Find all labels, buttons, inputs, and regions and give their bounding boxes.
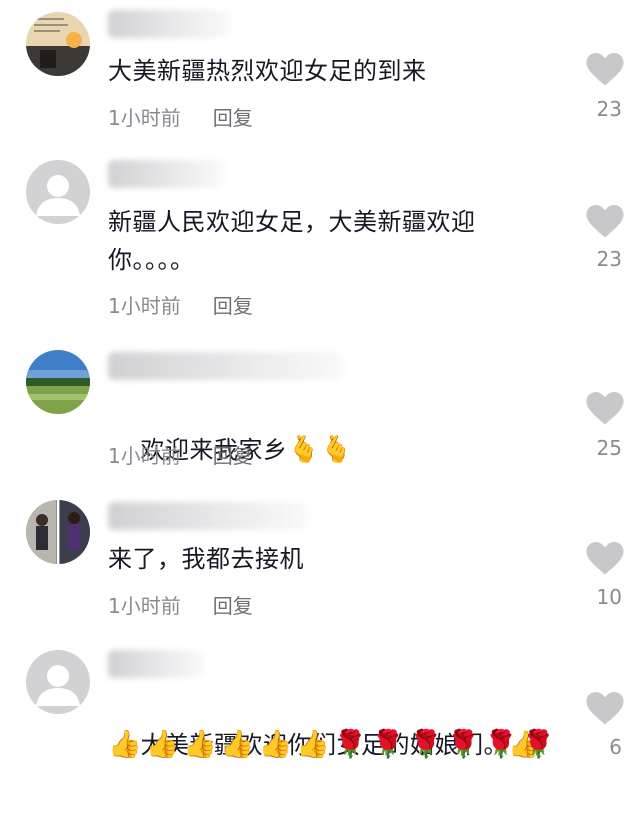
heart-hands-emoji-icon: 🫰🫰: [287, 435, 354, 465]
heart-icon[interactable]: [586, 53, 624, 87]
reply-button[interactable]: 回复: [213, 590, 253, 619]
reply-button[interactable]: 回复: [213, 290, 253, 319]
heart-icon[interactable]: [586, 205, 624, 239]
comment-text: 大美新疆欢迎你们女足的姑娘们。👍 👍👍👍👍👍👍🌹🌹🌹🌹🌹🌹: [108, 688, 578, 840]
avatar[interactable]: [26, 160, 90, 224]
like-count: 10: [596, 585, 622, 609]
username-redacted[interactable]: [108, 502, 308, 530]
comment-item: 欢迎来我家乡🫰🫰 1小时前 回复 25: [0, 340, 640, 490]
heart-icon[interactable]: [586, 392, 624, 426]
comment-meta: 1小时前 回复: [108, 590, 253, 619]
comment-time: 1小时前: [108, 444, 181, 468]
reply-button[interactable]: 回复: [213, 440, 253, 469]
like-count: 23: [596, 97, 622, 121]
like-count: 25: [596, 436, 622, 460]
avatar[interactable]: [26, 350, 90, 414]
avatar[interactable]: [26, 500, 90, 564]
comment-item: 大美新疆欢迎你们女足的姑娘们。👍 👍👍👍👍👍👍🌹🌹🌹🌹🌹🌹 6: [0, 640, 640, 765]
username-redacted[interactable]: [108, 10, 230, 38]
comment-item: 来了，我都去接机 1小时前 回复 10: [0, 490, 640, 640]
comment-text: 大美新疆热烈欢迎女足的到来: [108, 57, 427, 85]
comment-item: 新疆人民欢迎女足，大美新疆欢迎你。。。。 1小时前 回复 23: [0, 150, 640, 340]
username-redacted[interactable]: [108, 650, 204, 678]
like-count: 23: [596, 247, 622, 271]
username-redacted[interactable]: [108, 160, 224, 188]
comment-meta: 1小时前 回复: [108, 290, 253, 319]
like-count: 6: [609, 735, 622, 759]
username-redacted[interactable]: [108, 352, 344, 380]
reply-button[interactable]: 回复: [213, 102, 253, 131]
heart-icon[interactable]: [586, 692, 624, 726]
avatar[interactable]: [26, 12, 90, 76]
avatar[interactable]: [26, 650, 90, 714]
comment-item: 大美新疆热烈欢迎女足的到来 1小时前 回复 23: [0, 0, 640, 150]
heart-icon[interactable]: [586, 542, 624, 576]
comment-meta: 1小时前 回复: [108, 102, 253, 131]
emoji-row: 👍👍👍👍👍👍🌹🌹🌹🌹🌹🌹: [108, 729, 560, 760]
comment-text: 来了，我都去接机: [108, 545, 304, 573]
comment-time: 1小时前: [108, 294, 181, 318]
comment-time: 1小时前: [108, 106, 181, 130]
comment-meta: 1小时前 回复: [108, 440, 253, 469]
comment-time: 1小时前: [108, 594, 181, 618]
comment-text: 新疆人民欢迎女足，大美新疆欢迎你。。。。: [108, 208, 476, 274]
